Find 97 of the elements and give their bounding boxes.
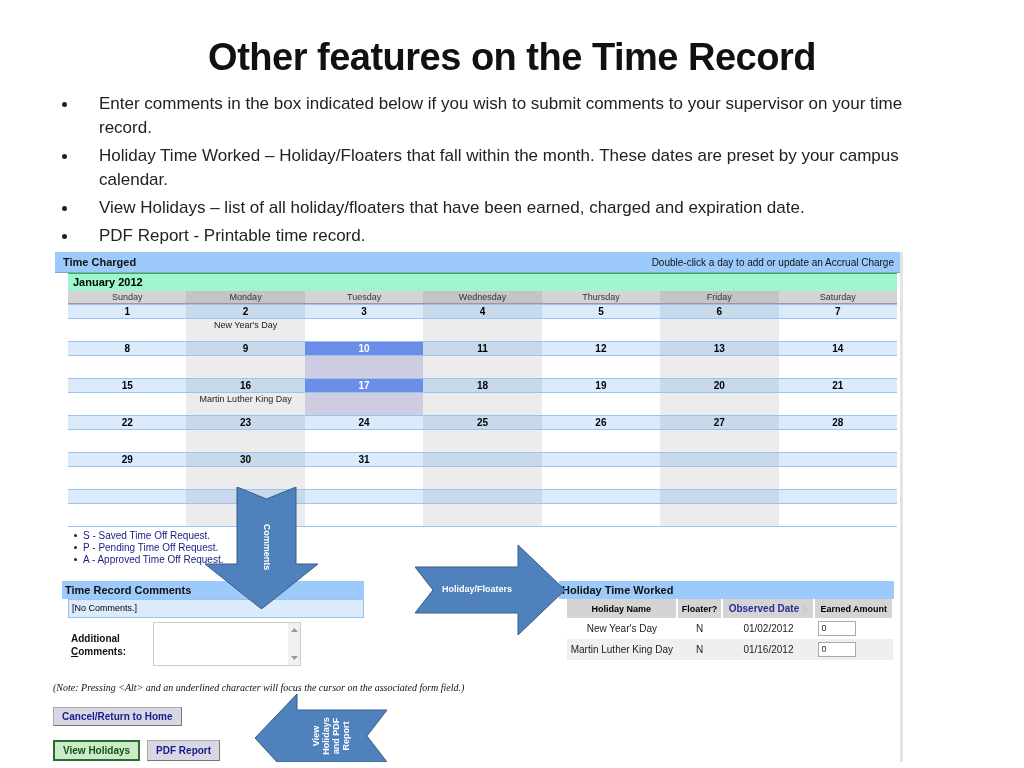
month-title: January 2012 (68, 273, 897, 291)
column-header: Holiday Name (567, 599, 677, 618)
bullet-text: Holiday Time Worked – Holiday/Floaters that fall within the month. These dates are preset by your campus calendar. (99, 145, 900, 191)
bullet-text: PDF Report - Printable time record. (99, 225, 367, 247)
day-cell[interactable] (660, 393, 779, 415)
day-number[interactable]: 20 (660, 378, 779, 393)
bullet-icon (62, 102, 67, 107)
bullet-icon (62, 154, 67, 159)
day-number[interactable]: 26 (541, 415, 661, 430)
day-number[interactable]: 23 (186, 415, 305, 430)
note-text: (Note: Pressing <Alt> and an underlined character will focus the cursor on the associated form field.) (53, 682, 466, 693)
scroll-down-icon[interactable] (290, 656, 298, 660)
day-number[interactable]: 21 (778, 378, 897, 393)
day-number[interactable]: 2 (186, 304, 305, 319)
day-number[interactable]: 29 (68, 452, 187, 467)
day-number[interactable]: 1 (68, 304, 187, 319)
bullet-icon (74, 557, 77, 561)
column-header: Earned Amount (814, 599, 893, 618)
table-cell: 01/16/2012 (722, 639, 815, 660)
day-cell[interactable] (423, 393, 542, 415)
day-number[interactable]: 9 (186, 341, 305, 356)
bullet-text: Enter comments in the box indicated below if you wish to submit comments to your supervisor on your time record. (99, 93, 904, 139)
button[interactable]: View Holidays (53, 740, 141, 761)
day-number[interactable]: 8 (68, 341, 187, 356)
day-cell[interactable] (660, 430, 779, 452)
table-cell: N (676, 639, 723, 660)
day-number[interactable]: 18 (423, 378, 542, 393)
holiday-note: Martin Luther King Day (199, 394, 292, 404)
slide-title: Other features on the Time Record (207, 35, 817, 80)
day-number[interactable]: 24 (304, 415, 424, 430)
day-number[interactable]: 3 (304, 304, 424, 319)
callout-label: View Holidays and PDF Report (311, 716, 352, 757)
section-title: Time Charged (63, 256, 137, 268)
day-cell[interactable] (660, 319, 779, 341)
weekday-header: Friday (660, 291, 779, 304)
bullet-icon (62, 206, 67, 211)
column-header[interactable]: Observed Date (722, 599, 815, 618)
day-cell[interactable] (423, 356, 542, 378)
day-cell[interactable] (186, 467, 305, 489)
weekday-header: Thursday (541, 291, 661, 304)
table-cell: New Year's Day (567, 618, 677, 639)
day-number[interactable]: 14 (778, 341, 897, 356)
field-label: Additional Comments: (71, 632, 128, 658)
section-title: Holiday Time Worked (559, 581, 894, 599)
day-cell[interactable] (304, 393, 424, 415)
weekday-header: Wednesday (423, 291, 542, 304)
table-cell: Martin Luther King Day (567, 639, 677, 660)
day-number[interactable]: 25 (423, 415, 542, 430)
amount-field[interactable]: 0 (818, 621, 857, 636)
day-number[interactable]: 27 (660, 415, 779, 430)
amount-field[interactable]: 0 (818, 642, 857, 657)
button[interactable]: Cancel/Return to Home (53, 707, 182, 726)
holiday-note: New Year's Day (214, 320, 278, 330)
day-number[interactable]: 4 (423, 304, 542, 319)
day-cell[interactable]: Martin Luther King Day (186, 393, 305, 415)
callout-label: Holiday/Floaters (441, 584, 513, 594)
weekday-header: Tuesday (304, 291, 424, 304)
legend-text: S - Saved Time Off Request. (83, 529, 211, 541)
day-number[interactable]: 11 (423, 341, 542, 356)
day-cell[interactable] (186, 356, 305, 378)
day-cell[interactable] (304, 356, 424, 378)
bullet-icon (74, 545, 77, 549)
comments-text: [No Comments.] (68, 599, 364, 618)
day-number[interactable]: 7 (778, 304, 897, 319)
day-cell[interactable] (423, 430, 542, 452)
day-cell[interactable]: New Year's Day (186, 319, 305, 341)
weekday-header: Monday (186, 291, 305, 304)
legend-text: P - Pending Time Off Request. (83, 541, 219, 553)
day-number[interactable]: 22 (68, 415, 187, 430)
callout-label: Comments (261, 522, 272, 573)
day-number[interactable]: 28 (778, 415, 897, 430)
legend-text: A - Approved Time Off Request. (83, 553, 224, 565)
column-header: Floater? (676, 599, 723, 618)
weekday-header: Saturday (778, 291, 897, 304)
weekday-header: Sunday (68, 291, 187, 304)
day-number[interactable]: 12 (541, 341, 661, 356)
day-number[interactable]: 30 (186, 452, 305, 467)
bullet-icon (74, 533, 77, 537)
hint-text: Double-click a day to add or update an Accrual Charge (651, 256, 894, 268)
table-cell: 01/02/2012 (722, 618, 815, 639)
bullet-text: View Holidays – list of all holiday/floaters that have been earned, charged and expiration date. (99, 197, 806, 219)
table-cell: N (676, 618, 723, 639)
scroll-up-icon[interactable] (290, 628, 298, 632)
comments-field[interactable] (153, 622, 301, 666)
day-number[interactable]: 19 (541, 378, 661, 393)
day-number[interactable]: 15 (68, 378, 187, 393)
button[interactable]: PDF Report (147, 740, 221, 761)
day-number[interactable]: 31 (304, 452, 424, 467)
day-cell[interactable] (423, 319, 542, 341)
day-number[interactable]: 5 (541, 304, 661, 319)
scrollbar[interactable] (288, 623, 300, 665)
day-number[interactable]: 13 (660, 341, 779, 356)
day-cell[interactable] (660, 356, 779, 378)
day-number[interactable]: 6 (660, 304, 779, 319)
bullet-icon (62, 234, 67, 239)
day-number[interactable]: 16 (186, 378, 305, 393)
day-cell[interactable] (186, 430, 305, 452)
